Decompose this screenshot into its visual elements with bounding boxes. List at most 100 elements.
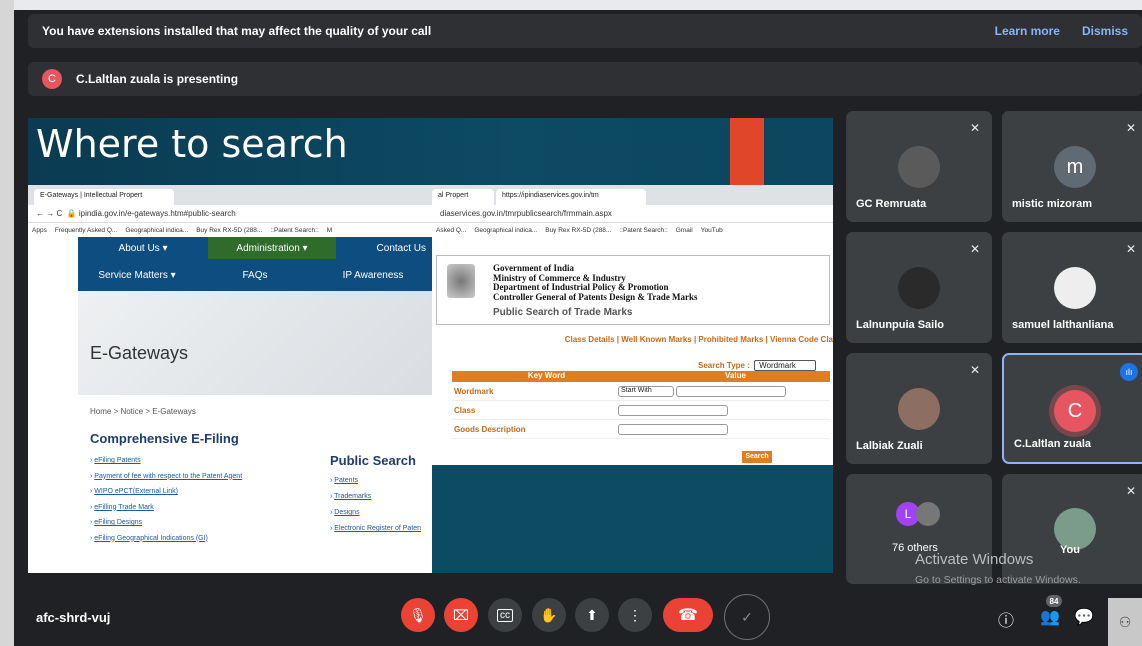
- slide-title: Where to search: [36, 122, 348, 166]
- self-label: You: [1060, 544, 1080, 556]
- participant-photo: [898, 146, 940, 188]
- captions-button[interactable]: cc: [488, 598, 522, 632]
- nav-administration: Administration ▾: [208, 237, 336, 259]
- search-button-image: Search: [742, 451, 772, 463]
- gov-line: Controller General of Patents Design & T…: [493, 291, 698, 302]
- top-strip: [14, 0, 1142, 10]
- left-bookmarks: Apps Frequently Asked Q... Geographical …: [28, 223, 432, 237]
- tm-links: Class Details | Well Known Marks | Prohi…: [564, 335, 833, 344]
- nav-ip-awareness: IP Awareness: [342, 269, 404, 281]
- public-search-heading: Public Search of Trade Marks: [493, 307, 633, 318]
- mic-toggle-button[interactable]: 🎙: [401, 598, 435, 632]
- start-with-select: Start With: [618, 385, 674, 397]
- nav-contact: Contact Us: [336, 237, 432, 259]
- efiling-link: Payment of fee with respect to the Paten…: [94, 472, 243, 480]
- participant-name: C.Laltlan zuala: [1014, 438, 1092, 450]
- participant-tile[interactable]: m ✕ mistic mizoram: [1002, 111, 1142, 222]
- presenting-bar: C C.Laltlan zuala is presenting: [28, 62, 1142, 96]
- left-browser-screenshot: E-Gateways | Intellectual Propert ← → C …: [28, 185, 432, 573]
- section-title: Comprehensive E-Filing: [90, 431, 239, 446]
- mic-off-icon: ✕: [1125, 484, 1136, 498]
- presenting-text: C.Laltlan zuala is presenting: [76, 72, 239, 86]
- mic-off-icon: ✕: [1125, 121, 1136, 135]
- participant-name: Lalnunpuia Sailo: [856, 319, 945, 331]
- activate-windows-subtext: Go to Settings to activate Windows.: [915, 574, 1081, 586]
- leave-call-button[interactable]: ☎: [663, 598, 713, 632]
- more-options-button[interactable]: ⋮: [618, 598, 652, 632]
- activate-windows-watermark: Activate Windows: [915, 551, 1034, 568]
- captions-icon: cc: [497, 608, 513, 622]
- dismiss-button[interactable]: Dismiss: [1082, 24, 1128, 38]
- participant-tile[interactable]: ✕ GC Remruata: [846, 111, 992, 222]
- public-search-links: › Patents › Trademarks › Designs › Elect…: [330, 477, 422, 532]
- search-type-select: Wordmark: [754, 360, 817, 371]
- hang-up-icon: ☎: [678, 607, 698, 624]
- raise-hand-button[interactable]: ✋: [532, 598, 566, 632]
- shared-screen: Where to search E-Gateways | Intellectua…: [28, 118, 833, 573]
- present-button[interactable]: ⬆: [575, 598, 609, 632]
- chat-icon[interactable]: 💬: [1074, 607, 1094, 627]
- mic-off-icon: ✕: [969, 121, 980, 135]
- mic-off-icon: ✕: [969, 242, 980, 256]
- row-label: Class: [454, 405, 476, 415]
- right-tab-2: https://ipindiaservices.gov.in/tm: [496, 189, 646, 205]
- efiling-link: eFiling Geographical Indications (GI): [94, 534, 208, 542]
- bookmark: Geographical indica...: [125, 226, 189, 234]
- slide-accent-bar: [730, 118, 764, 185]
- left-url: ipindia.gov.in/e-gateways.htm#public-sea…: [78, 209, 236, 218]
- hand-icon: ✋: [540, 606, 558, 623]
- bookmark: Gmail: [675, 226, 693, 234]
- participant-photo: [1054, 267, 1096, 309]
- right-url: diaservices.gov.in/tmrpublicsearch/frmma…: [440, 209, 612, 218]
- col-keyword: Key Word: [527, 371, 566, 380]
- class-input: [618, 404, 728, 416]
- nav-arrows-icon: ← → C 🔒: [36, 209, 79, 218]
- participant-tile-active[interactable]: C ılı C.Laltlan zuala: [1002, 353, 1142, 464]
- gov-header: Government of India Ministry of Commerce…: [436, 255, 830, 325]
- bookmark: M: [326, 226, 333, 234]
- efiling-link: WIPO ePCT(External Link): [94, 488, 178, 495]
- row-label: Wordmark: [454, 386, 494, 396]
- search-type-label: Search Type :: [698, 361, 750, 370]
- activity-button[interactable]: ✓: [724, 594, 770, 640]
- people-icon[interactable]: 👥: [1040, 607, 1060, 627]
- others-photo: [916, 502, 940, 526]
- participant-tile[interactable]: ✕ Lalnunpuia Sailo: [846, 232, 992, 343]
- learn-more-link[interactable]: Learn more: [995, 24, 1060, 38]
- slide-background-area: [432, 465, 833, 573]
- extension-banner: You have extensions installed that may a…: [28, 14, 1142, 48]
- search-type: Search Type : Wordmark: [698, 360, 817, 371]
- meet-window: You have extensions installed that may a…: [14, 0, 1142, 646]
- slide-header: Where to search: [28, 118, 833, 185]
- search-form: Key Word Value Wordmark Start With Class…: [452, 371, 830, 439]
- site-top-nav: About Us ▾ Administration ▾ Contact Us: [78, 237, 432, 259]
- participant-tile[interactable]: ✕ samuel lalthanliana: [1002, 232, 1142, 343]
- more-vert-icon: ⋮: [628, 606, 642, 623]
- participant-tile[interactable]: ✕ Lalbiak Zuali: [846, 353, 992, 464]
- mic-off-icon: ✕: [1125, 242, 1136, 256]
- right-address-bar: diaservices.gov.in/tmrpublicsearch/frmma…: [432, 205, 833, 223]
- presenter-avatar: C: [42, 69, 62, 89]
- efiling-link: eFilling Trade Mark: [94, 503, 154, 511]
- left-tab-bar: E-Gateways | Intellectual Propert: [28, 185, 432, 205]
- info-icon[interactable]: ⓘ: [998, 607, 1014, 631]
- bookmark: Buy Rex RX-5D (288...: [196, 226, 263, 234]
- speaking-icon: ılı: [1120, 363, 1138, 381]
- bookmark: Geographical indica...: [474, 226, 538, 234]
- participant-avatar: C: [1054, 390, 1096, 432]
- participant-name: samuel lalthanliana: [1012, 319, 1114, 331]
- activities-icon[interactable]: ⚇: [1108, 598, 1142, 646]
- public-link: Trademarks: [334, 493, 372, 500]
- mic-off-icon: ✕: [969, 363, 980, 377]
- right-browser-screenshot: al Propert https://ipindiaservices.gov.i…: [432, 185, 833, 465]
- participant-avatar: m: [1054, 146, 1096, 188]
- goods-input: [618, 423, 728, 435]
- public-link: Patents: [334, 477, 359, 484]
- people-count-badge: 84: [1046, 595, 1062, 607]
- participant-photo: [898, 267, 940, 309]
- public-link: Designs: [334, 509, 360, 516]
- breadcrumb: Home > Notice > E-Gateways: [90, 407, 196, 416]
- egateways-banner: E-Gateways: [78, 291, 432, 395]
- participant-name: mistic mizoram: [1012, 198, 1093, 210]
- camera-toggle-button[interactable]: ⌧: [444, 598, 478, 632]
